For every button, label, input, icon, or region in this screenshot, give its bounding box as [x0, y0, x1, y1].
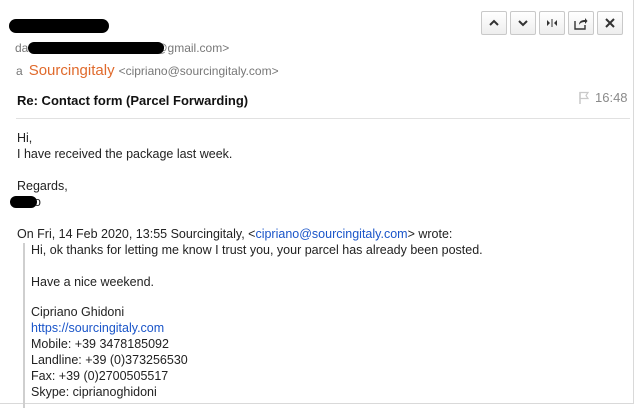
greeting: Hi, [17, 131, 33, 145]
redacted-sender-name [9, 19, 109, 33]
quote-line: Hi, ok thanks for letting me know I trus… [31, 243, 483, 257]
quote-header: On Fri, 14 Feb 2020, 13:55 Sourcingitaly… [17, 227, 452, 241]
flag-icon[interactable] [578, 91, 590, 105]
quote-header-suffix: > wrote: [407, 227, 453, 241]
next-message-button[interactable] [510, 11, 536, 35]
recipient-email[interactable]: <cipriano@sourcingitaly.com> [119, 64, 279, 78]
chevron-up-icon [489, 19, 499, 26]
landline-number: Landline: +39 (0)373256530 [31, 353, 188, 367]
header-divider [16, 118, 630, 119]
collapse-arrows-icon [547, 19, 557, 27]
previous-message-button[interactable] [481, 11, 507, 35]
redacted-sender-email [28, 42, 164, 54]
forward-button[interactable] [568, 11, 594, 35]
quote-line: Have a nice weekend. [31, 275, 154, 289]
regards: Regards, [17, 179, 68, 193]
mobile-number: Mobile: +39 3478185092 [31, 337, 169, 351]
message-subject: Re: Contact form (Parcel Forwarding) [17, 93, 249, 108]
quoted-message: Hi, ok thanks for letting me know I trus… [23, 243, 625, 408]
close-button[interactable] [597, 11, 623, 35]
to-line: a Sourcingitaly <cipriano@sourcingitaly.co… [16, 62, 279, 79]
collapse-button[interactable] [539, 11, 565, 35]
quote-header-email-link[interactable]: cipriano@sourcingitaly.com [255, 227, 407, 241]
sender-name: Cipriano Ghidoni [31, 305, 125, 319]
skype-id: Skype: ciprianoghidoni [31, 385, 157, 399]
recipient-name[interactable]: Sourcingitaly [29, 62, 115, 79]
from-prefix: da [15, 41, 29, 55]
from-domain: @gmail.com> [155, 41, 230, 55]
quote-header-prefix: On Fri, 14 Feb 2020, 13:55 Sourcingitaly… [17, 227, 256, 241]
to-prefix: a [16, 64, 23, 78]
website-link-line: https://sourcingitaly.com [31, 321, 164, 335]
message-time: 16:48 [595, 90, 628, 105]
website-link[interactable]: https://sourcingitaly.com [31, 321, 164, 335]
message-time-area: 16:48 [578, 90, 628, 105]
share-icon [574, 17, 588, 30]
chevron-down-icon [518, 20, 528, 27]
redacted-signature [10, 196, 37, 208]
message-toolbar [481, 11, 626, 35]
body-line: I have received the package last week. [17, 147, 233, 161]
close-icon [605, 18, 615, 28]
fax-number: Fax: +39 (0)2700505517 [31, 369, 169, 383]
